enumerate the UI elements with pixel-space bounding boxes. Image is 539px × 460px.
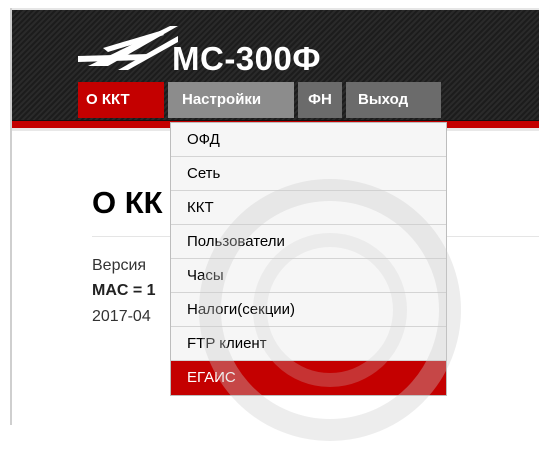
menu-item-users[interactable]: Пользователи (171, 225, 446, 259)
menu-item-ofd[interactable]: ОФД (171, 123, 446, 157)
page-title: О КК (92, 185, 163, 220)
version-line: Версия (92, 257, 147, 274)
menu-item-network[interactable]: Сеть (171, 157, 446, 191)
tab-fn[interactable]: ФН (298, 82, 342, 118)
menu-item-kkt[interactable]: ККТ (171, 191, 446, 225)
menu-item-clock[interactable]: Часы (171, 259, 446, 293)
mac-line: MAC = 1 (92, 282, 156, 299)
menu-item-taxes[interactable]: Налоги(секции) (171, 293, 446, 327)
menu-item-egais[interactable]: ЕГАИС (171, 361, 446, 395)
main-nav: О ККТ Настройки ФН Выход (78, 82, 445, 118)
settings-dropdown-menu: ОФД Сеть ККТ Пользователи Часы Налоги(се… (170, 122, 447, 396)
tab-settings[interactable]: Настройки (168, 82, 294, 118)
date-line: 2017-04 (92, 308, 151, 325)
tab-exit[interactable]: Выход (346, 82, 441, 118)
window-frame: МС-300Ф О ККТ Настройки ФН Выход О КК Ве… (0, 0, 539, 441)
menu-item-ftp-client[interactable]: FTP клиент (171, 327, 446, 361)
app-title: МС-300Ф (172, 40, 322, 77)
tab-about[interactable]: О ККТ (78, 82, 164, 118)
